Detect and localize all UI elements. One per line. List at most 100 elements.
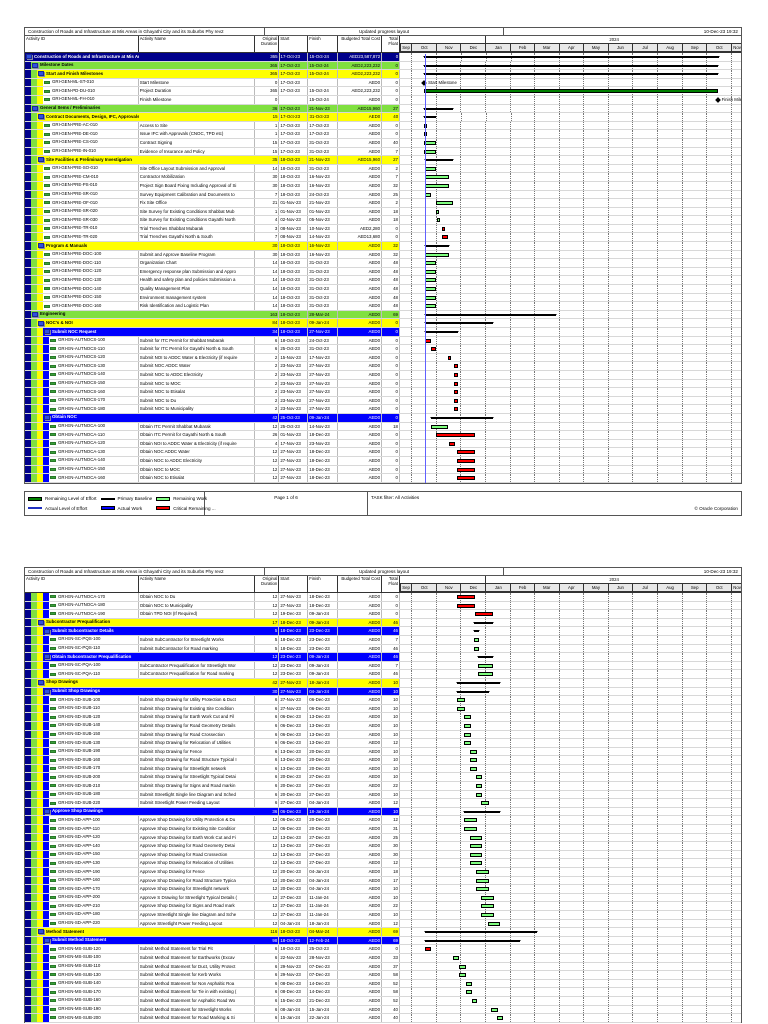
wbs-row[interactable]: Start and Finish Milestones 365 17-Oct-23 1… [25,70,741,79]
remaining-work-bar[interactable] [453,955,459,960]
activity-row[interactable]: GRI-EN-SD-APP-210 Approve Shop Drawing fo… [25,902,741,911]
critical-bar[interactable] [454,364,459,369]
remaining-work-bar[interactable] [430,424,448,429]
activity-row[interactable]: GRI-GEN-PRE-DOC-130 Health and safety pla… [25,276,741,286]
critical-bar[interactable] [454,407,459,412]
summary-bar[interactable] [423,73,720,76]
remaining-work-bar[interactable] [458,973,467,978]
remaining-work-bar[interactable] [491,1007,498,1012]
summary-bar[interactable] [423,107,455,110]
remaining-work-bar[interactable] [470,766,477,771]
activity-row[interactable]: GRI-EN-SC-PQA-110 SubContractor Prequalif… [25,670,741,679]
summary-bar[interactable] [456,690,491,693]
activity-row[interactable]: GRI-EN-SD-SUB-160 Submit Shop Drawing for… [25,756,741,765]
activity-row[interactable]: GRI-EN-AUTNOCA-140 Obtain NOC to ADDC Ele… [25,456,741,466]
activity-row[interactable]: GRI-EN-AUTNOCA-100 Obtain ITC Permit Shab… [25,422,741,432]
remaining-work-bar[interactable] [424,278,437,283]
col-activity-name[interactable]: Activity Name [139,576,256,592]
summary-bar[interactable] [477,656,494,659]
summary-bar[interactable] [463,810,502,813]
remaining-work-bar[interactable] [487,921,500,926]
remaining-work-bar[interactable] [474,637,479,642]
summary-bar[interactable] [423,56,720,58]
critical-bar[interactable] [457,450,475,455]
wbs-row[interactable]: Approve Shop Drawings 36 06-Dec-23 18-Jan-2… [25,807,741,817]
activity-row[interactable]: GRI-EN-SC-PQS-100 Submit SubContractor fo… [25,635,741,645]
activity-row[interactable]: GRI-EN-AUTNOCS-150 Submit NOC to MOC 2 23-N… [25,379,741,389]
activity-row[interactable]: GRI-EN-AUTNOCA-150 Obtain NOC to MOC 12 27-… [25,465,741,475]
remaining-work-bar[interactable] [470,749,477,754]
activity-row[interactable]: GRI-GEN-PRE-CM-010 Contractor Mobilizatio… [25,173,741,182]
activity-row[interactable]: GRI-GEN-PRE-OF-010 Fix Site Office 21 01-No… [25,199,741,208]
activity-row[interactable]: GRI-EN-SD-APP-220 Approve Streetlight Pow… [25,919,741,929]
remaining-work-bar[interactable] [471,998,478,1003]
activity-row[interactable]: GRI-EN-MS-SUB-170 Submit Method Statement… [25,988,741,997]
activity-row[interactable]: GRI-EN-AUTNOCA-190 Obtain TPD NOI (If Req… [25,610,741,619]
activity-row[interactable]: GRI-GEN-PRE-TR-020 Trial Trenches Gayathi… [25,233,741,243]
activity-row[interactable]: GRI-GEN-PRE-IN-010 Evidence of Insurance … [25,147,741,157]
wbs-row[interactable]: Site Facilities & Preliminary Investigat… [25,156,741,165]
summary-bar[interactable] [473,621,494,624]
critical-bar[interactable] [454,372,459,377]
remaining-work-bar[interactable] [424,175,450,180]
activity-row[interactable]: GRI-EN-SD-SUB-210 Submit Shop Drawing for… [25,782,741,791]
activity-row[interactable]: GRI-EN-MS-SUB-200 Submit Method Statement… [25,1014,741,1023]
remaining-work-bar[interactable] [470,852,483,857]
activity-row[interactable]: GRI-GEN-PRE-DOC-100 Submit and Approve Ba… [25,250,741,260]
wbs-row[interactable]: Obtain Subcontractor Prequalification 12 2… [25,653,741,662]
activity-row[interactable]: GRI-EN-AUTNOCA-180 Obtain NOC to Municipa… [25,601,741,611]
activity-row[interactable]: GRI-EN-MS-SUB-110 Submit Method Statement… [25,962,741,972]
critical-bar[interactable] [474,612,493,617]
activity-row[interactable]: GRI-GEN-ML-FH-010 Finish Milestone 0 15-Oct… [25,95,741,105]
wbs-row[interactable]: Engineering 163 18-Oct-23 28-Mar-24 AED0 69 [25,310,741,320]
remaining-work-bar[interactable] [470,844,483,849]
activity-row[interactable]: GRI-EN-AUTNOCS-180 Submit NOC to Municipa… [25,405,741,414]
activity-row[interactable]: GRI-EN-MS-SUB-100 Submit Method Statement… [25,953,741,963]
activity-row[interactable]: GRI-GEN-PRE-DE-010 Issue IFC with Approva… [25,130,741,139]
activity-row[interactable]: GRI-EN-SD-SUB-200 Submit Shop Drawing for… [25,773,741,783]
activity-row[interactable]: GRI-EN-SD-APP-140 Approve Shop Drawing fo… [25,842,741,851]
remaining-work-bar[interactable] [475,792,483,797]
activity-row[interactable]: GRI-EN-SD-SUB-190 Submit Shop Drawing for… [25,747,741,757]
activity-row[interactable]: GRI-GEN-PRE-SR-010 Survey Equipment Calib… [25,190,741,200]
remaining-work-bar[interactable] [424,252,450,257]
remaining-work-bar[interactable] [437,218,441,223]
wbs-row[interactable]: Milestone Dates 365 17-Oct-23 15-Oct-24 AED2… [25,61,741,71]
summary-bar[interactable] [423,939,522,942]
wbs-row[interactable]: Submit NOC Request 34 18-Oct-23 27-Nov-23 AE… [25,328,741,337]
activity-row[interactable]: GRI-EN-SD-APP-160 Approve Shop Drawing fo… [25,876,741,886]
remaining-work-bar[interactable] [424,287,437,292]
activity-row[interactable]: GRI-GEN-PRE-DOC-150 Environment managemen… [25,293,741,303]
activity-row[interactable]: GRI-EN-AUTNOCA-160 Obtain NOC to Etisalat… [25,474,741,483]
summary-bar[interactable] [423,931,539,934]
critical-bar[interactable] [454,381,459,386]
col-total-float[interactable]: Total Float [382,36,400,52]
remaining-work-bar[interactable] [424,304,437,309]
wbs-row[interactable]: Submit Subcontractor Details 5 18-Dec-23 23… [25,627,741,636]
activity-row[interactable]: GRI-EN-SD-SUB-150 Submit Shop Drawing for… [25,730,741,740]
wbs-row[interactable]: Contract Documents, Design, IFC, Approva… [25,113,741,122]
summary-bar[interactable] [473,630,480,633]
activity-row[interactable]: GRI-GEN-PRE-TR-010 Trial Trenches Shabbat… [25,224,741,234]
activity-row[interactable]: GRI-GEN-PRE-SO-010 Site Office Layout Sub… [25,164,741,174]
remaining-work-bar[interactable] [464,723,471,728]
col-original-duration[interactable]: Original Duration [255,576,280,592]
activity-row[interactable]: GRI-EN-MS-SUB-120 Submit Method Statement… [25,945,741,954]
critical-bar[interactable] [457,458,475,463]
critical-bar[interactable] [436,433,475,438]
critical-bar[interactable] [441,226,445,231]
remaining-work-bar[interactable] [481,895,495,900]
remaining-work-bar[interactable] [458,964,467,969]
remaining-work-bar[interactable] [475,775,483,780]
wbs-row[interactable]: Program & Manuals 30 18-Oct-23 16-Nov-23 AED… [25,242,741,251]
remaining-work-bar[interactable] [464,827,477,832]
critical-bar[interactable] [424,947,432,952]
wbs-row[interactable]: NOC's & NOI 84 18-Oct-23 09-Jan-24 AED0 0 [25,319,741,328]
activity-row[interactable]: GRI-GEN-PRE-CS-010 Contract Signing 15 17-O… [25,138,741,148]
remaining-work-bar[interactable] [424,269,437,274]
activity-row[interactable]: GRI-EN-SD-SUB-100 Submit Shop Drawing for… [25,696,741,705]
remaining-work-bar[interactable] [464,732,471,737]
critical-bar[interactable] [454,398,459,403]
critical-bar[interactable] [457,603,475,608]
remaining-work-bar[interactable] [475,870,489,874]
